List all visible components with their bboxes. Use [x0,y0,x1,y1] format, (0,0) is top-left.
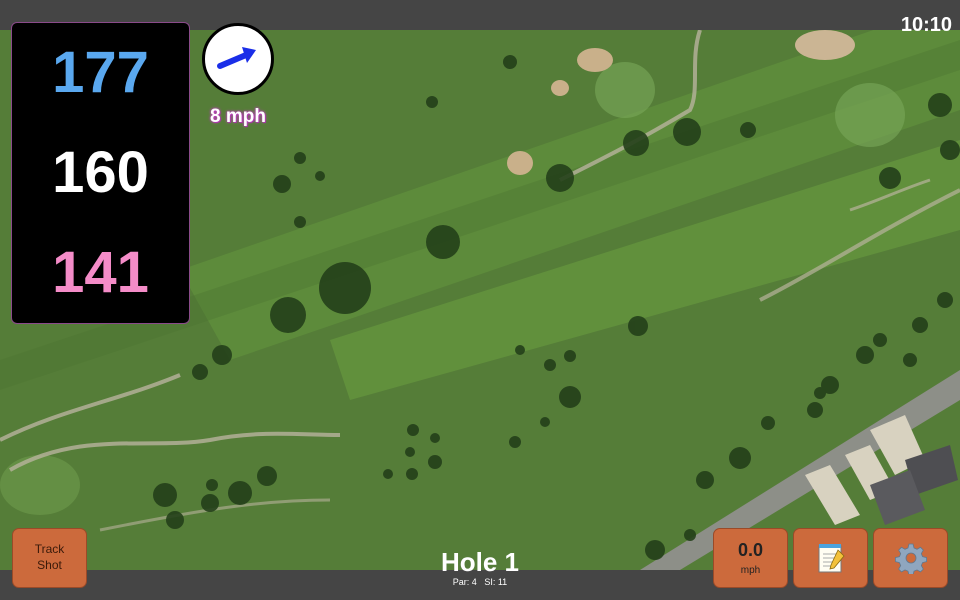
gear-icon [894,543,927,574]
wind-arrow-icon [217,47,256,69]
speed-value: 0.0 [737,540,764,560]
middle-distance: 160 [52,140,149,205]
speed-unit: mph [740,565,761,576]
notepad-icon [818,544,845,573]
hole-title: Hole 1 [440,547,520,577]
settings-button[interactable] [873,528,948,588]
front-distance: 141 [52,240,149,305]
wind-speed-label: 8 mph [210,106,266,127]
hole-par: Par: 4 [452,577,477,587]
distance-panel: 177 160 141 [11,22,190,324]
scorecard-notes-button[interactable] [793,528,868,588]
wind-indicator[interactable] [202,23,274,95]
track-shot-button[interactable]: Track Shot [12,528,87,588]
clock: 10:10 [900,14,952,36]
speed-button[interactable]: 0.0 mph [713,528,788,588]
hole-meta: Par: 4 SI: 11 [380,577,580,587]
hole-stroke-index: SI: 11 [484,577,508,587]
track-shot-label-line1: Track [34,542,65,557]
track-shot-label-line2: Shot [37,558,62,572]
back-distance: 177 [52,40,149,105]
